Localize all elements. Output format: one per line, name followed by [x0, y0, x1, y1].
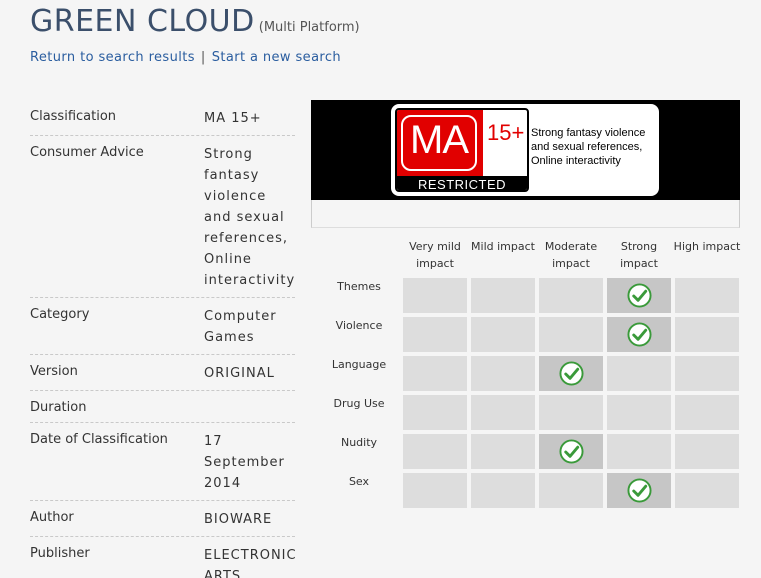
impact-cell: [471, 278, 535, 313]
impact-element-label: Violence: [335, 319, 383, 332]
impact-cell: [539, 356, 603, 391]
rating-badge: MA 15+ RESTRICTED Strong fantasy violenc…: [391, 104, 659, 196]
detail-value: [204, 399, 295, 416]
detail-label: Date of Classification: [30, 432, 168, 447]
impact-cell: [675, 356, 739, 391]
rating-code: MA: [410, 118, 469, 162]
detail-label: Classification: [30, 109, 117, 124]
detail-label: Version: [30, 364, 78, 379]
impact-cell: [607, 434, 671, 469]
detail-row: Classification MA 15+: [30, 100, 295, 136]
check-circle-icon: [627, 322, 652, 347]
classification-details: Classification MA 15+ Consumer Advice Stron…: [30, 100, 297, 578]
detail-row: Duration: [30, 391, 295, 423]
impact-cell: [471, 395, 535, 430]
detail-row: Date of Classification 17 September 2014: [30, 423, 295, 501]
impact-element-label: Nudity: [340, 436, 378, 449]
check-circle-icon: [627, 283, 652, 308]
impact-cell: [675, 434, 739, 469]
detail-label: Author: [30, 510, 74, 525]
impact-cell: [403, 434, 467, 469]
impact-element-label: Drug Use: [333, 397, 385, 410]
impact-element-label: Language: [331, 358, 387, 371]
rating-age: 15+: [487, 120, 525, 145]
impact-cell: [607, 473, 671, 508]
detail-row: Consumer Advice Strong fantasy violence a…: [30, 136, 295, 298]
detail-value: ELECTRONIC ARTS: [204, 548, 297, 578]
impact-cell: [403, 395, 467, 430]
impact-cell: [471, 473, 535, 508]
impact-element-label: Sex: [348, 475, 370, 488]
impact-cell: [403, 317, 467, 352]
impact-level-header: Moderate impact: [544, 240, 598, 270]
impact-cell: [607, 356, 671, 391]
impact-cell: [675, 317, 739, 352]
check-circle-icon: [559, 361, 584, 386]
check-circle-icon: [627, 478, 652, 503]
impact-cell: [471, 434, 535, 469]
detail-label: Category: [30, 307, 90, 322]
impact-level-header: Very mild impact: [409, 240, 461, 270]
impact-level-header: Mild impact: [471, 240, 535, 253]
impact-level-header: Strong impact: [620, 240, 658, 270]
detail-value: MA 15+: [204, 111, 262, 126]
banner-frame: [311, 200, 740, 228]
impact-cell: [471, 317, 535, 352]
impact-cell: [675, 395, 739, 430]
impact-cell: [539, 317, 603, 352]
impact-cell: [539, 434, 603, 469]
rating-banner: MA 15+ RESTRICTED Strong fantasy violenc…: [311, 100, 740, 200]
impact-level-header: High impact: [673, 240, 741, 253]
page-title: GREEN CLOUD: [30, 4, 255, 39]
impact-cell: [539, 278, 603, 313]
impact-element-label: Themes: [337, 280, 381, 293]
new-search-link[interactable]: Start a new search: [212, 50, 341, 65]
impact-cell: [539, 395, 603, 430]
detail-value: Strong fantasy violence and sexual refer…: [204, 147, 296, 288]
detail-row: Author BIOWARE: [30, 501, 295, 537]
detail-label: Duration: [30, 400, 87, 415]
detail-value: Computer Games: [204, 309, 277, 345]
check-circle-icon: [559, 439, 584, 464]
platform-label: (Multi Platform): [258, 20, 360, 35]
detail-row: Category Computer Games: [30, 298, 295, 355]
impact-cell: [403, 473, 467, 508]
impact-cell: [675, 278, 739, 313]
impact-cell: [607, 278, 671, 313]
badge-consumer-advice: Strong fantasy violence and sexual refer…: [531, 127, 646, 167]
impact-cell: [471, 356, 535, 391]
restricted-label: RESTRICTED: [397, 176, 527, 190]
detail-value: ORIGINAL: [204, 366, 275, 381]
detail-value: BIOWARE: [204, 512, 273, 527]
ma-rating-block: MA: [397, 110, 483, 176]
detail-row: Publisher ELECTRONIC ARTS: [30, 537, 297, 578]
impact-cell: [539, 473, 603, 508]
detail-value: 17 September 2014: [204, 434, 285, 491]
impact-cell: [675, 473, 739, 508]
link-separator: |: [200, 50, 206, 65]
detail-row: Version ORIGINAL: [30, 355, 295, 391]
impact-cell: [403, 278, 467, 313]
nav-links: Return to search results | Start a new sea…: [30, 50, 341, 65]
impact-cell: [403, 356, 467, 391]
detail-label: Publisher: [30, 546, 90, 561]
return-to-results-link[interactable]: Return to search results: [30, 50, 195, 65]
detail-label: Consumer Advice: [30, 145, 144, 160]
page-header: GREEN CLOUD (Multi Platform): [30, 4, 360, 39]
rating-mark: MA 15+ RESTRICTED: [395, 108, 529, 192]
impact-cell: [607, 317, 671, 352]
impact-cell: [607, 395, 671, 430]
